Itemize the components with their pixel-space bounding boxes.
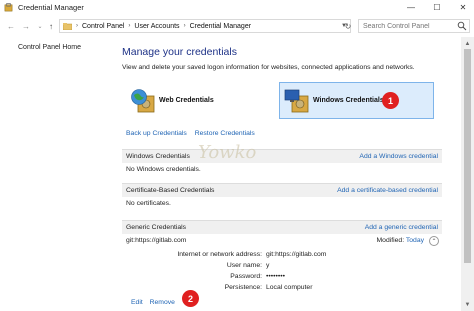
backup-restore-links: Back up Credentials Restore Credentials	[126, 130, 261, 137]
up-arrow-icon[interactable]: ↑	[46, 20, 56, 32]
scroll-thumb[interactable]	[464, 49, 471, 263]
minimize-button[interactable]: —	[404, 1, 418, 13]
detail-row: Password: ••••••••	[122, 272, 442, 283]
detail-value: git:https://gitlab.com	[266, 251, 327, 258]
page-title: Manage your credentials	[122, 46, 237, 58]
empty-message: No certificates.	[126, 200, 171, 207]
remove-link[interactable]: Remove	[150, 299, 175, 306]
breadcrumb-separator: ›	[183, 23, 186, 29]
breadcrumb-separator: ›	[128, 23, 131, 29]
section-header: Generic Credentials Add a generic creden…	[122, 220, 442, 234]
forward-arrow-icon[interactable]: →	[21, 20, 31, 32]
left-navigation: Control Panel Home	[0, 37, 114, 311]
maximize-button[interactable]: ☐	[430, 1, 444, 13]
section-title: Certificate-Based Credentials	[126, 187, 215, 194]
page-description: View and delete your saved logon informa…	[122, 64, 415, 71]
section-header: Certificate-Based Credentials Add a cert…	[122, 183, 442, 197]
monitor-safe-icon	[284, 89, 309, 112]
vertical-scrollbar[interactable]: ▲ ▼	[461, 37, 474, 311]
add-certificate-credential-link[interactable]: Add a certificate-based credential	[337, 187, 438, 194]
section-header: Windows Credentials Add a Windows creden…	[122, 149, 442, 163]
control-panel-home-link[interactable]: Control Panel Home	[18, 44, 81, 51]
search-icon[interactable]	[457, 21, 467, 31]
generic-credentials-section: Generic Credentials Add a generic creden…	[122, 220, 442, 291]
breadcrumb-user-accounts[interactable]: User Accounts	[134, 23, 179, 30]
detail-value: Local computer	[266, 284, 313, 291]
scroll-up-icon[interactable]: ▲	[463, 39, 472, 48]
credential-actions: Edit Remove	[131, 299, 180, 306]
empty-message: No Windows credentials.	[126, 166, 201, 173]
credential-name: git:https://gitlab.com	[126, 237, 187, 244]
detail-value: ••••••••	[266, 273, 286, 280]
credential-entry-header[interactable]: git:https://gitlab.com Modified: Today ⌃	[122, 234, 442, 248]
breadcrumb-separator: ›	[76, 23, 78, 29]
section-body: No certificates.	[122, 197, 442, 211]
dropdown-icon[interactable]: ⌄	[35, 20, 45, 32]
windows-credentials-section: Windows Credentials Add a Windows creden…	[122, 149, 442, 177]
web-credentials-tile[interactable]: Web Credentials	[124, 82, 274, 119]
section-title: Generic Credentials	[126, 224, 187, 231]
detail-value: y	[266, 262, 270, 269]
web-credentials-label: Web Credentials	[159, 97, 214, 104]
folder-icon	[63, 22, 72, 30]
modified-info: Modified: Today	[377, 237, 425, 244]
detail-row: Persistence: Local computer	[122, 283, 442, 294]
section-title: Windows Credentials	[126, 153, 190, 160]
search-box[interactable]	[358, 19, 470, 33]
section-body: No Windows credentials.	[122, 163, 442, 177]
breadcrumb[interactable]: › Control Panel › User Accounts › Creden…	[59, 19, 351, 33]
detail-key: Password:	[230, 273, 262, 280]
detail-key: User name:	[226, 262, 262, 269]
detail-row: User name: y	[122, 261, 442, 272]
back-arrow-icon[interactable]: ←	[6, 20, 16, 32]
close-button[interactable]: ✕	[456, 1, 470, 13]
backup-credentials-link[interactable]: Back up Credentials	[126, 130, 187, 137]
collapse-chevron-icon[interactable]: ⌃	[429, 236, 439, 246]
step-badge-2: 2	[182, 290, 199, 307]
breadcrumb-control-panel[interactable]: Control Panel	[82, 23, 124, 30]
step-badge-1: 1	[382, 92, 399, 109]
watermark: Yowko	[198, 142, 257, 163]
windows-credentials-tile[interactable]: Windows Credentials 1	[279, 82, 434, 119]
breadcrumb-credential-manager[interactable]: Credential Manager	[190, 23, 251, 30]
title-bar: Credential Manager — ☐ ✕	[0, 0, 474, 15]
globe-safe-icon	[131, 88, 155, 112]
window-title: Credential Manager	[18, 3, 84, 12]
address-bar: ← → ⌄ ↑ › Control Panel › User Accounts …	[0, 15, 474, 37]
modified-value: Today	[405, 237, 424, 244]
main-content: Manage your credentials View and delete …	[114, 37, 460, 311]
detail-key: Persistence:	[224, 284, 262, 291]
add-windows-credential-link[interactable]: Add a Windows credential	[359, 153, 438, 160]
detail-row: Internet or network address: git:https:/…	[122, 250, 442, 261]
windows-credentials-label: Windows Credentials	[313, 97, 384, 104]
add-generic-credential-link[interactable]: Add a generic credential	[365, 224, 438, 231]
refresh-icon[interactable]: ↻	[342, 19, 354, 33]
search-input[interactable]	[363, 22, 459, 30]
modified-label: Modified:	[376, 237, 405, 244]
detail-key: Internet or network address:	[177, 251, 262, 258]
restore-credentials-link[interactable]: Restore Credentials	[195, 130, 255, 137]
credential-manager-icon	[4, 3, 13, 12]
certificate-credentials-section: Certificate-Based Credentials Add a cert…	[122, 183, 442, 211]
scroll-down-icon[interactable]: ▼	[463, 300, 472, 309]
edit-link[interactable]: Edit	[131, 299, 143, 306]
